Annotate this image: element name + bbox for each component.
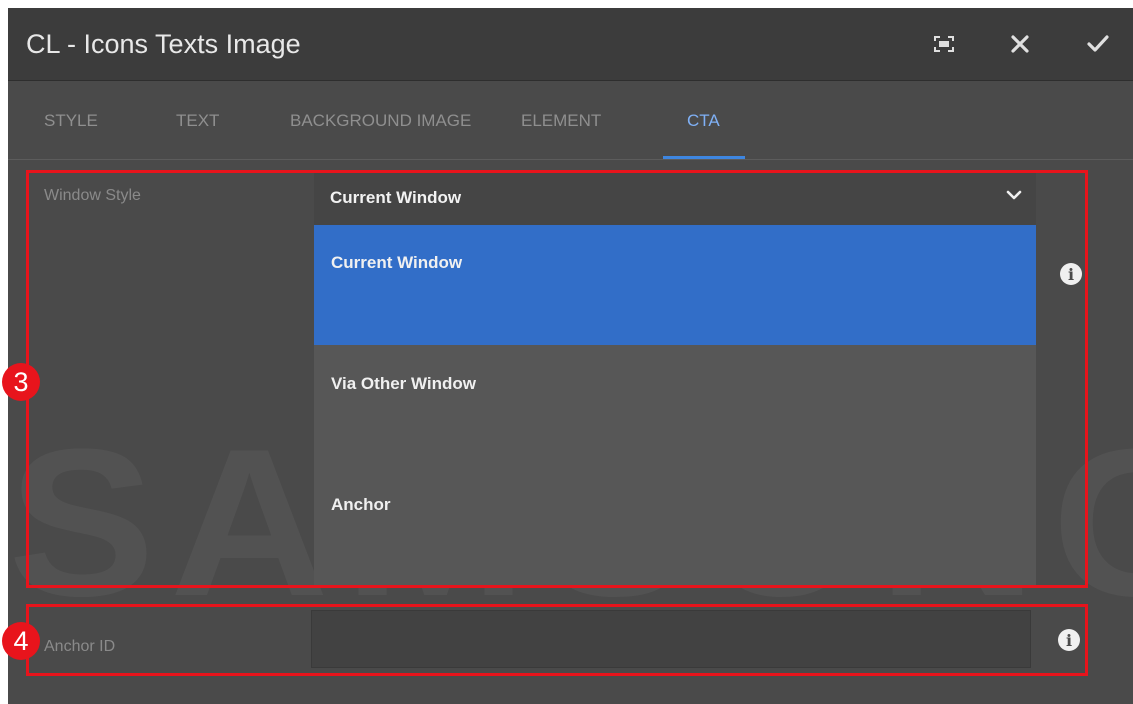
check-icon [1087,35,1109,52]
annotation-marker-3: 3 [2,363,40,401]
dialog: SAMSUNG CL - Icons Texts Image STYLE TEX… [8,8,1133,704]
tab-element[interactable]: ELEMENT [521,81,601,159]
option-label: Via Other Window [331,374,476,393]
dialog-titlebar: CL - Icons Texts Image [8,8,1133,81]
window-style-info-icon[interactable]: i [1060,263,1082,285]
anchor-id-info-icon[interactable]: i [1058,629,1080,651]
tab-cta[interactable]: CTA [687,81,720,159]
window-style-dropdown: Current Window Via Other Window Anchor [314,225,1036,587]
option-via-other-window[interactable]: Via Other Window [314,346,1036,466]
option-current-window[interactable]: Current Window [314,225,1036,345]
fullscreen-icon [934,36,954,52]
active-tab-indicator [663,156,745,159]
option-label: Anchor [331,495,391,514]
window-style-label: Window Style [44,187,141,204]
tab-style[interactable]: STYLE [44,81,98,159]
confirm-button[interactable] [1082,28,1114,60]
tab-bar: STYLE TEXT BACKGROUND IMAGE ELEMENT CTA [8,81,1133,160]
anchor-id-label: Anchor ID [44,638,116,655]
anchor-id-input[interactable] [311,610,1031,668]
window-style-selected-value: Current Window [330,188,462,207]
annotation-marker-4: 4 [2,622,40,660]
fullscreen-button[interactable] [928,28,960,60]
window-style-select[interactable]: Current Window [314,171,1036,226]
option-anchor[interactable]: Anchor [314,467,1036,587]
close-icon [1011,35,1029,53]
chevron-down-icon [1006,190,1022,200]
tab-background-image[interactable]: BACKGROUND IMAGE [290,81,471,159]
option-label: Current Window [331,253,463,272]
dialog-title: CL - Icons Texts Image [26,29,301,59]
tab-text[interactable]: TEXT [176,81,219,159]
close-button[interactable] [1004,28,1036,60]
